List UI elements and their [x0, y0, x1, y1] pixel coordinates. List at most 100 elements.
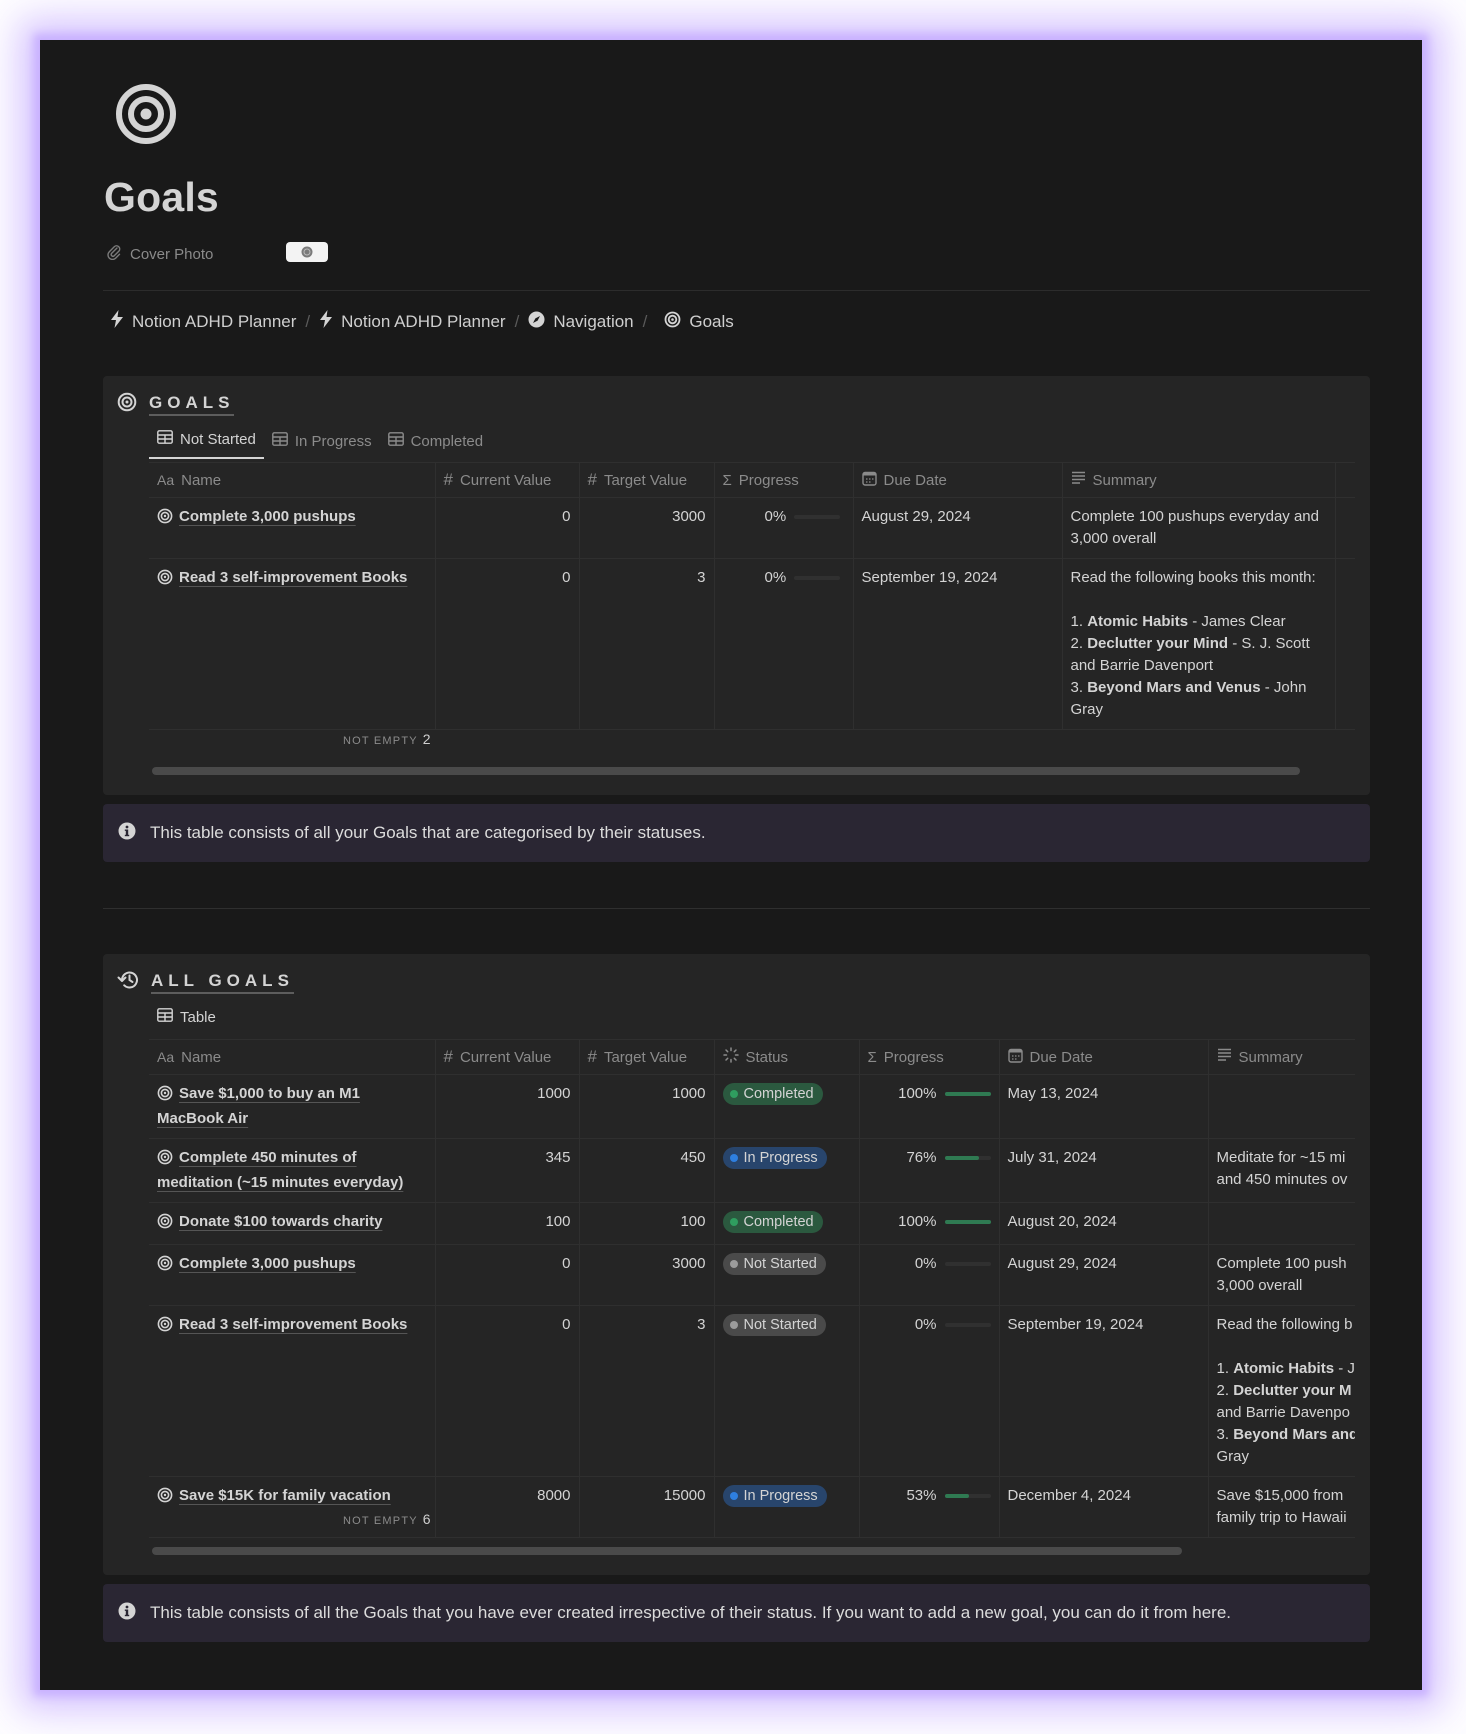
row-title-link[interactable]: Complete 450 minutes of meditation (~15 …	[157, 1149, 403, 1191]
cell-due-date[interactable]: August 20, 2024	[999, 1202, 1209, 1245]
row-title-link[interactable]: Read 3 self-improvement Books	[179, 1316, 407, 1333]
cell-name[interactable]: Complete 3,000 pushups	[149, 497, 436, 559]
cell-status[interactable]: Completed	[714, 1202, 860, 1245]
horizontal-scrollbar[interactable]	[152, 767, 1300, 775]
cell-current-value[interactable]: 0	[435, 497, 580, 559]
row-title-link[interactable]: Save $1,000 to buy an M1 MacBook Air	[157, 1085, 360, 1127]
column-header-target-value[interactable]: # Target Value	[579, 462, 715, 498]
table-row[interactable]: Donate $100 towards charity 100 100 Complet…	[149, 1202, 1355, 1245]
tab-not-started[interactable]: Not Started	[149, 430, 264, 459]
row-title-link[interactable]: Save $15K for family vacation	[179, 1487, 391, 1504]
cell-current-value[interactable]: 1000	[435, 1074, 580, 1139]
page-target-icon[interactable]	[115, 83, 177, 145]
cell-due-date[interactable]: September 19, 2024	[999, 1305, 1209, 1477]
breadcrumb-item-goals[interactable]: Goals	[664, 311, 734, 333]
table-row[interactable]: Complete 450 minutes of meditation (~15 …	[149, 1138, 1355, 1203]
cell-status[interactable]: In Progress	[714, 1138, 860, 1203]
cell-name[interactable]: Complete 3,000 pushups	[149, 1244, 436, 1306]
table-row[interactable]: Read 3 self-improvement Books 0 3 0% Sep…	[149, 558, 1355, 730]
cell-current-value[interactable]: 0	[435, 1305, 580, 1477]
cell-current-value[interactable]: 345	[435, 1138, 580, 1203]
table-row[interactable]: Save $15K for family vacation 8000 15000 In…	[149, 1476, 1355, 1538]
cell-due-date[interactable]: August 29, 2024	[853, 497, 1063, 559]
cell-target-value[interactable]: 3	[579, 1305, 715, 1477]
row-title-link[interactable]: Donate $100 towards charity	[179, 1213, 382, 1230]
column-header-name[interactable]: Aa Name	[149, 1039, 436, 1075]
cell-current-value[interactable]: 100	[435, 1202, 580, 1245]
status-badge[interactable]: Completed	[722, 1083, 823, 1105]
cell-name[interactable]: Read 3 self-improvement Books	[149, 558, 436, 730]
column-header-summary[interactable]: Summary	[1062, 462, 1336, 498]
row-title-link[interactable]: Complete 3,000 pushups	[179, 508, 356, 525]
cell-target-value[interactable]: 3000	[579, 497, 715, 559]
column-header-current-value[interactable]: # Current Value	[435, 462, 580, 498]
cell-due-date[interactable]: September 19, 2024	[853, 558, 1063, 730]
column-header-progress[interactable]: Σ Progress	[714, 462, 854, 498]
cell-summary[interactable]	[1208, 1074, 1355, 1139]
cell-due-date[interactable]: August 29, 2024	[999, 1244, 1209, 1306]
tab-in-progress[interactable]: In Progress	[264, 432, 380, 459]
cell-status[interactable]: Not Started	[714, 1244, 860, 1306]
cell-target-value[interactable]: 1000	[579, 1074, 715, 1139]
column-header-due-date[interactable]: Due Date	[853, 462, 1063, 498]
table-row[interactable]: Complete 3,000 pushups 0 3000 Not Started 0%…	[149, 1244, 1355, 1306]
column-header-due-date[interactable]: Due Date	[999, 1039, 1209, 1075]
cell-current-value[interactable]: 0	[435, 558, 580, 730]
cell-summary[interactable]	[1208, 1202, 1355, 1245]
tab-table[interactable]: Table	[149, 1008, 224, 1035]
status-badge[interactable]: In Progress	[722, 1485, 827, 1507]
cell-current-value[interactable]: 0	[435, 1244, 580, 1306]
breadcrumb-item-planner-2[interactable]: Notion ADHD Planner	[319, 310, 506, 333]
cell-summary[interactable]: Read the following books this month: 1. …	[1062, 558, 1336, 730]
cell-summary[interactable]: Save $15,000 from family trip to Hawaii	[1208, 1476, 1355, 1538]
breadcrumb-item-navigation[interactable]: Navigation	[528, 311, 634, 333]
cell-target-value[interactable]: 3	[579, 558, 715, 730]
cell-due-date[interactable]: July 31, 2024	[999, 1138, 1209, 1203]
cell-due-date[interactable]: May 13, 2024	[999, 1074, 1209, 1139]
goals-block-title[interactable]: GOALS	[149, 393, 235, 416]
column-header-current-value[interactable]: # Current Value	[435, 1039, 580, 1075]
cell-summary[interactable]: Complete 100 push 3,000 overall	[1208, 1244, 1355, 1306]
status-badge[interactable]: Not Started	[722, 1314, 826, 1336]
table-row[interactable]: Read 3 self-improvement Books 0 3 Not Start…	[149, 1305, 1355, 1477]
horizontal-scrollbar[interactable]	[152, 1547, 1182, 1555]
column-header-target-value[interactable]: # Target Value	[579, 1039, 715, 1075]
column-header-progress[interactable]: Σ Progress	[859, 1039, 1000, 1075]
column-header-summary[interactable]: Summary	[1208, 1039, 1355, 1075]
cell-due-date[interactable]: December 4, 2024	[999, 1476, 1209, 1538]
table-row[interactable]: Complete 3,000 pushups 0 3000 0% August …	[149, 497, 1355, 559]
cell-summary[interactable]: Meditate for ~15 mi and 450 minutes ov	[1208, 1138, 1355, 1203]
cell-name[interactable]: Save $15K for family vacation	[149, 1476, 436, 1538]
row-title-link[interactable]: Complete 3,000 pushups	[179, 1255, 356, 1272]
row-title-link[interactable]: Read 3 self-improvement Books	[179, 569, 407, 586]
cell-current-value[interactable]: 8000	[435, 1476, 580, 1538]
cell-name[interactable]: Save $1,000 to buy an M1 MacBook Air	[149, 1074, 436, 1139]
page-title[interactable]: Goals	[104, 174, 219, 221]
cell-summary[interactable]: Complete 100 pushups everyday and 3,000 …	[1062, 497, 1336, 559]
table-row[interactable]: Save $1,000 to buy an M1 MacBook Air 1000…	[149, 1074, 1355, 1139]
property-cover-photo[interactable]: Cover Photo	[106, 244, 213, 264]
cell-status[interactable]: In Progress	[714, 1476, 860, 1538]
cell-summary[interactable]: Read the following b 1. Atomic Habits - J…	[1208, 1305, 1355, 1477]
cell-status[interactable]: Not Started	[714, 1305, 860, 1477]
progress-bar	[794, 576, 841, 580]
cell-target-value[interactable]: 100	[579, 1202, 715, 1245]
aggregate-not-empty[interactable]: NOT EMPTY 6	[343, 1511, 431, 1527]
column-header-status[interactable]: Status	[714, 1039, 860, 1075]
status-badge[interactable]: In Progress	[722, 1147, 827, 1169]
column-header-name[interactable]: Aa Name	[149, 462, 436, 498]
tab-completed[interactable]: Completed	[380, 432, 492, 459]
cell-name[interactable]: Donate $100 towards charity	[149, 1202, 436, 1245]
cover-photo-thumbnail[interactable]	[286, 242, 328, 262]
aggregate-not-empty[interactable]: NOT EMPTY 2	[343, 731, 431, 747]
cell-status[interactable]: Completed	[714, 1074, 860, 1139]
cell-target-value[interactable]: 15000	[579, 1476, 715, 1538]
cell-target-value[interactable]: 450	[579, 1138, 715, 1203]
all-goals-block-title[interactable]: ALL GOALS	[151, 971, 294, 994]
status-badge[interactable]: Completed	[722, 1211, 823, 1233]
breadcrumb-item-planner[interactable]: Notion ADHD Planner	[110, 310, 296, 333]
status-badge[interactable]: Not Started	[722, 1253, 826, 1275]
cell-name[interactable]: Read 3 self-improvement Books	[149, 1305, 436, 1477]
cell-name[interactable]: Complete 450 minutes of meditation (~15 …	[149, 1138, 436, 1203]
cell-target-value[interactable]: 3000	[579, 1244, 715, 1306]
